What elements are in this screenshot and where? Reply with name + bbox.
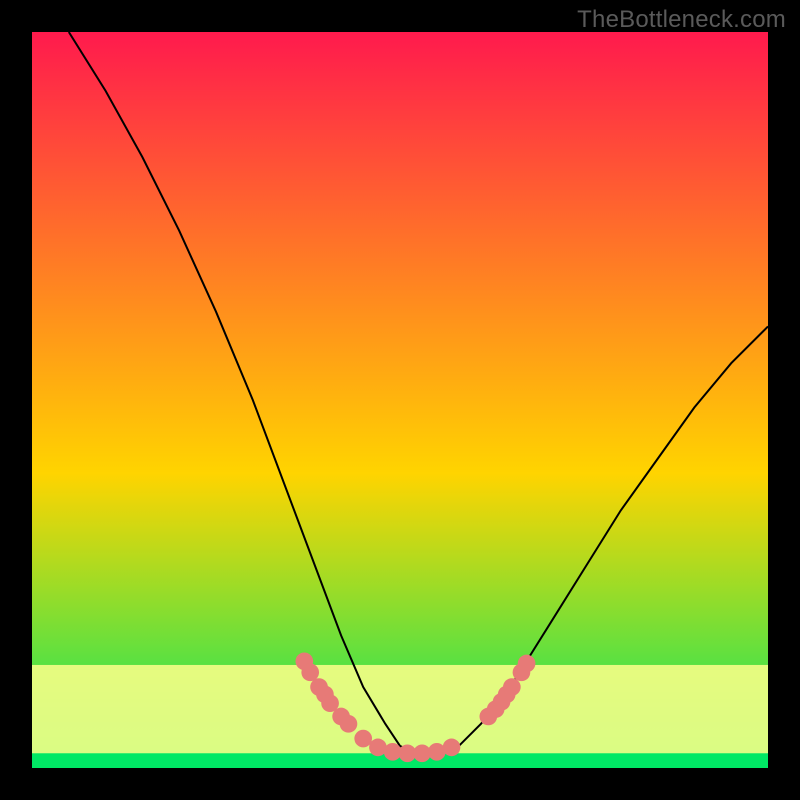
chart-plot-area	[32, 32, 768, 768]
marker-dot	[503, 678, 521, 696]
watermark-text: TheBottleneck.com	[577, 6, 786, 34]
gradient-background	[32, 32, 768, 768]
chart-frame: TheBottleneck.com	[0, 0, 800, 800]
marker-dot	[340, 715, 358, 733]
marker-dot	[518, 655, 536, 673]
marker-dot	[443, 739, 461, 757]
marker-dot	[354, 730, 372, 748]
chart-svg	[32, 32, 768, 768]
marker-dot	[301, 663, 319, 681]
